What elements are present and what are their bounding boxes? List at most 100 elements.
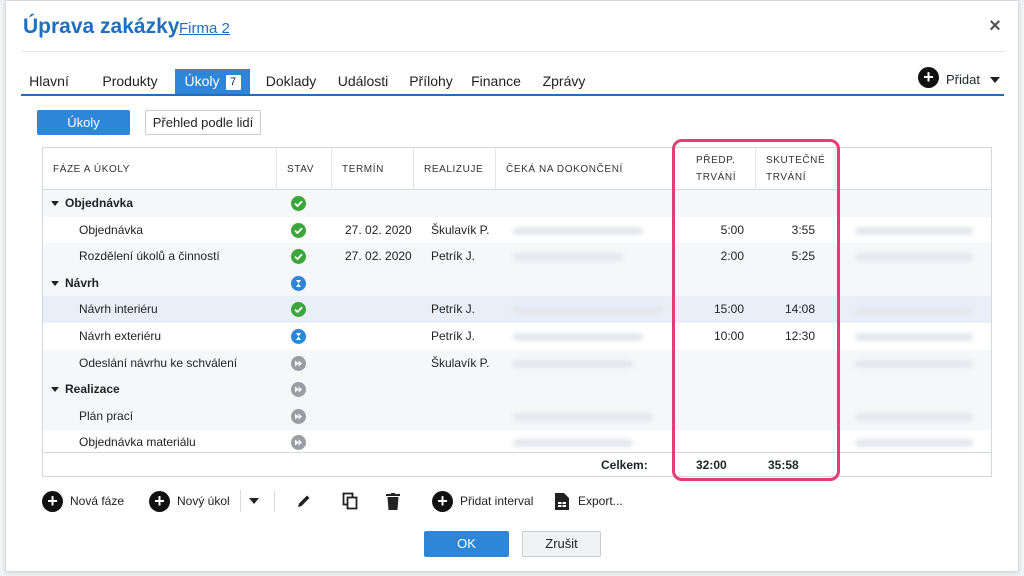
blurred-content bbox=[855, 226, 973, 235]
phase-row[interactable]: Objednávka bbox=[43, 190, 991, 217]
task-assignee: Škulavík P. bbox=[431, 222, 490, 237]
phase-row[interactable]: Realizace bbox=[43, 376, 991, 404]
subtab-tasks[interactable]: Úkoly bbox=[37, 110, 130, 135]
col-deadline[interactable]: TERMÍN bbox=[332, 148, 414, 190]
col-phase[interactable]: FÁZE A ÚKOLY bbox=[43, 148, 277, 190]
copy-icon bbox=[342, 492, 358, 510]
tab-messages[interactable]: Zprávy bbox=[537, 69, 591, 94]
ok-button[interactable]: OK bbox=[424, 531, 509, 557]
blurred-content bbox=[855, 333, 973, 341]
plus-circle-icon: + bbox=[149, 490, 170, 512]
collapse-triangle-icon[interactable] bbox=[51, 387, 59, 393]
task-actual-duration: 5:25 bbox=[791, 249, 815, 264]
task-planned-duration: 5:00 bbox=[720, 222, 744, 237]
col-planned-duration[interactable]: PŘEDP. TRVÁNÍ bbox=[674, 148, 756, 190]
task-actual-duration: 12:30 bbox=[784, 329, 815, 343]
cancel-button[interactable]: Zrušit bbox=[522, 531, 601, 557]
collapse-triangle-icon[interactable] bbox=[51, 201, 59, 206]
totals-actual: 35:58 bbox=[768, 458, 799, 472]
fast-forward-icon[interactable] bbox=[291, 435, 306, 451]
title-divider bbox=[21, 51, 1004, 52]
check-circle-icon[interactable] bbox=[291, 302, 306, 318]
blurred-content bbox=[513, 359, 633, 368]
tab-main[interactable]: Hlavní bbox=[23, 69, 75, 94]
chevron-down-icon bbox=[990, 77, 1000, 83]
fast-forward-icon[interactable] bbox=[291, 408, 306, 424]
table-row[interactable]: Rozdělení úkolů a činností 27. 02. 2020 Pe… bbox=[43, 243, 991, 271]
tab-attachments[interactable]: Přílohy bbox=[405, 69, 457, 94]
col-actual-duration[interactable]: SKUTEČNÉ TRVÁNÍ bbox=[756, 148, 836, 190]
collapse-triangle-icon[interactable] bbox=[51, 280, 59, 286]
tab-products[interactable]: Produkty bbox=[91, 69, 169, 94]
task-planned-duration: 10:00 bbox=[713, 329, 744, 343]
hourglass-icon[interactable] bbox=[291, 275, 306, 291]
totals-label: Celkem: bbox=[601, 458, 648, 472]
task-assignee: Petrík J. bbox=[431, 302, 476, 317]
tab-tasks[interactable]: Úkoly 7 bbox=[175, 69, 250, 94]
fast-forward-icon[interactable] bbox=[291, 355, 306, 371]
task-deadline: 27. 02. 2020 bbox=[345, 249, 412, 264]
task-assignee: Petrík J. bbox=[431, 249, 476, 264]
copy-button[interactable] bbox=[342, 487, 358, 515]
new-task-button[interactable]: + Nový úkol bbox=[149, 487, 230, 515]
table-row[interactable]: Plán prací bbox=[43, 402, 991, 430]
tab-finance[interactable]: Finance bbox=[468, 69, 524, 94]
col-status[interactable]: STAV bbox=[277, 148, 332, 190]
blurred-content bbox=[513, 333, 643, 341]
table-row[interactable]: Návrh exteriéru Petrík J. 10:00 12:30 bbox=[43, 323, 991, 350]
pencil-icon bbox=[298, 495, 310, 507]
col-waiting[interactable]: ČEKÁ NA DOKONČENÍ bbox=[496, 148, 674, 190]
table-header: FÁZE A ÚKOLY STAV TERMÍN REALIZUJE ČEKÁ … bbox=[43, 148, 991, 190]
task-name: Rozdělení úkolů a činností bbox=[79, 249, 220, 264]
blurred-content bbox=[855, 253, 973, 262]
dialog-title: Úprava zakázky bbox=[23, 15, 180, 38]
phase-name: Realizace bbox=[65, 382, 120, 397]
blurred-content bbox=[513, 412, 653, 421]
task-actual-duration: 14:08 bbox=[784, 302, 815, 317]
new-task-options-button[interactable] bbox=[249, 487, 259, 515]
col-assignee[interactable]: REALIZUJE bbox=[414, 148, 496, 190]
tab-documents[interactable]: Doklady bbox=[261, 69, 321, 94]
export-button[interactable]: Export... bbox=[555, 487, 623, 515]
blurred-content bbox=[855, 439, 973, 448]
edit-button[interactable] bbox=[296, 487, 312, 515]
totals-row: Celkem: 32:00 35:58 bbox=[43, 452, 991, 476]
totals-planned: 32:00 bbox=[696, 458, 727, 472]
table-row[interactable]: Návrh interiéru Petrík J. 15:00 14:08 bbox=[43, 296, 991, 324]
blurred-content bbox=[513, 439, 633, 448]
plus-circle-icon: + bbox=[42, 490, 63, 512]
hourglass-icon[interactable] bbox=[291, 329, 306, 344]
task-assignee: Petrík J. bbox=[431, 329, 476, 343]
blurred-content bbox=[855, 359, 973, 368]
tab-bar: Hlavní Produkty Úkoly 7 Doklady Události … bbox=[21, 67, 1004, 96]
task-count-badge: 7 bbox=[225, 75, 241, 90]
task-deadline: 27. 02. 2020 bbox=[345, 222, 412, 237]
table-row[interactable]: Objednávka 27. 02. 2020 Škulavík P. 5:00 3:5… bbox=[43, 217, 991, 244]
close-icon[interactable]: × bbox=[985, 16, 1005, 36]
new-phase-button[interactable]: + Nová fáze bbox=[42, 487, 124, 515]
table-row[interactable]: Odeslání návrhu ke schválení Škulavík P. bbox=[43, 349, 991, 377]
phase-row[interactable]: Návrh bbox=[43, 269, 991, 297]
phase-name: Objednávka bbox=[65, 196, 134, 210]
add-interval-button[interactable]: + Přidat interval bbox=[432, 487, 533, 515]
check-circle-icon[interactable] bbox=[291, 196, 306, 211]
task-planned-duration: 2:00 bbox=[720, 249, 744, 264]
tasks-table: FÁZE A ÚKOLY STAV TERMÍN REALIZUJE ČEKÁ … bbox=[42, 147, 992, 477]
phase-name: Návrh bbox=[65, 275, 100, 290]
subtab-people-overview[interactable]: Přehled podle lidí bbox=[145, 110, 261, 135]
blurred-content bbox=[513, 306, 663, 315]
check-circle-icon[interactable] bbox=[291, 249, 306, 265]
task-planned-duration: 15:00 bbox=[713, 302, 744, 317]
fast-forward-icon[interactable] bbox=[291, 382, 306, 398]
check-circle-icon[interactable] bbox=[291, 222, 306, 238]
company-link[interactable]: Firma 2 bbox=[179, 20, 230, 37]
blurred-content bbox=[513, 226, 643, 235]
tab-events[interactable]: Události bbox=[333, 69, 393, 94]
add-menu-button[interactable]: + Přidat bbox=[918, 67, 1004, 94]
plus-circle-icon: + bbox=[432, 490, 453, 512]
delete-button[interactable] bbox=[386, 487, 400, 515]
table-toolbar: + Nová fáze + Nový úkol + Přidat interva… bbox=[42, 487, 1002, 515]
task-name: Návrh interiéru bbox=[79, 302, 158, 317]
plus-circle-icon: + bbox=[918, 67, 939, 88]
blurred-content bbox=[513, 253, 623, 262]
